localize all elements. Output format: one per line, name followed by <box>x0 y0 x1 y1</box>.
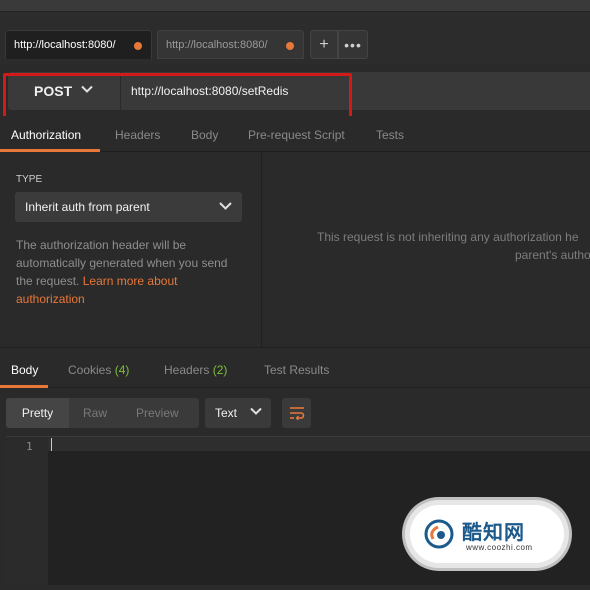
new-tab-button[interactable]: + <box>310 30 338 59</box>
wrap-lines-button[interactable] <box>282 398 311 428</box>
tab-tests[interactable]: Tests <box>376 128 404 142</box>
unsaved-dot-icon <box>286 42 294 50</box>
watermark-badge: 酷知网 www.coozhi.com <box>410 505 564 563</box>
auth-type-label: TYPE <box>16 174 43 185</box>
active-line <box>48 437 590 451</box>
auth-desc-line: The authorization header will be <box>16 238 187 252</box>
format-dropdown[interactable]: Text <box>205 398 271 428</box>
plus-icon: + <box>319 35 329 53</box>
cookies-label: Cookies <box>68 363 112 377</box>
request-tab-active[interactable]: http://localhost:8080/ <box>5 30 152 59</box>
headers-count: (2) <box>212 363 228 377</box>
tab-cookies[interactable]: Cookies (4) <box>68 363 129 377</box>
tab-label: http://localhost:8080/ <box>166 38 268 51</box>
wrap-lines-icon <box>289 407 304 420</box>
request-url-bar: POST http://localhost:8080/setRedis <box>0 64 590 121</box>
request-tab[interactable]: http://localhost:8080/ <box>157 30 304 59</box>
method-label: POST <box>34 83 73 99</box>
tab-response-body[interactable]: Body <box>11 363 38 377</box>
auth-settings-pane: TYPE Inherit auth from parent The author… <box>0 152 262 347</box>
line-number: 1 <box>26 440 33 453</box>
more-tabs-button[interactable]: ••• <box>338 30 368 59</box>
headers-label: Headers <box>164 363 210 377</box>
chevron-down-icon <box>81 85 93 93</box>
watermark: 酷知网 www.coozhi.com <box>404 497 570 573</box>
response-view-bar: Pretty Raw Preview Text <box>0 388 590 435</box>
auth-info-pane: This request is not inheriting any autho… <box>263 152 590 347</box>
pretty-button[interactable]: Pretty <box>6 398 69 428</box>
auth-desc-line: the request. <box>16 274 80 288</box>
method-dropdown[interactable]: POST <box>8 72 120 110</box>
tab-body[interactable]: Body <box>191 128 218 142</box>
auth-description: The authorization header will be automat… <box>16 236 251 308</box>
tab-test-results[interactable]: Test Results <box>264 363 329 377</box>
request-tab-bar: http://localhost:8080/ http://localhost:… <box>0 12 590 64</box>
more-icon: ••• <box>344 36 362 53</box>
tab-label: http://localhost:8080/ <box>14 39 116 51</box>
inherit-message-line: parent's autho <box>515 248 590 262</box>
watermark-name: 酷知网 <box>462 520 525 544</box>
text-cursor <box>51 438 52 451</box>
auth-type-value: Inherit auth from parent <box>25 200 150 214</box>
cookies-count: (4) <box>114 363 130 377</box>
chevron-down-icon <box>250 407 262 415</box>
response-tabs: Body Cookies (4) Headers (2) Test Result… <box>0 348 590 388</box>
coozhi-logo-icon <box>424 519 454 549</box>
view-mode-toggle: Pretty Raw Preview <box>6 398 199 428</box>
auth-desc-line: automatically generated when you send <box>16 256 228 270</box>
line-gutter: 1 <box>6 437 48 586</box>
preview-button[interactable]: Preview <box>136 398 179 428</box>
url-input[interactable]: http://localhost:8080/setRedis <box>121 72 590 110</box>
auth-type-select[interactable]: Inherit auth from parent <box>15 192 242 222</box>
learn-more-link[interactable]: authorization <box>16 292 85 306</box>
format-value: Text <box>215 406 238 420</box>
url-value: http://localhost:8080/setRedis <box>131 84 289 98</box>
learn-more-link[interactable]: Learn more about <box>83 274 178 288</box>
tab-response-headers[interactable]: Headers (2) <box>164 363 227 377</box>
chevron-down-icon <box>219 202 232 210</box>
request-tabs: Authorization Headers Body Pre-request S… <box>0 116 590 152</box>
watermark-url: www.coozhi.com <box>466 543 533 552</box>
unsaved-dot-icon <box>134 42 142 50</box>
inherit-message-line: This request is not inheriting any autho… <box>317 230 579 244</box>
window-top-strip <box>0 0 590 12</box>
tab-pre-request-script[interactable]: Pre-request Script <box>248 128 345 142</box>
raw-button[interactable]: Raw <box>83 398 107 428</box>
tab-authorization[interactable]: Authorization <box>11 128 81 142</box>
tab-headers[interactable]: Headers <box>115 128 160 142</box>
